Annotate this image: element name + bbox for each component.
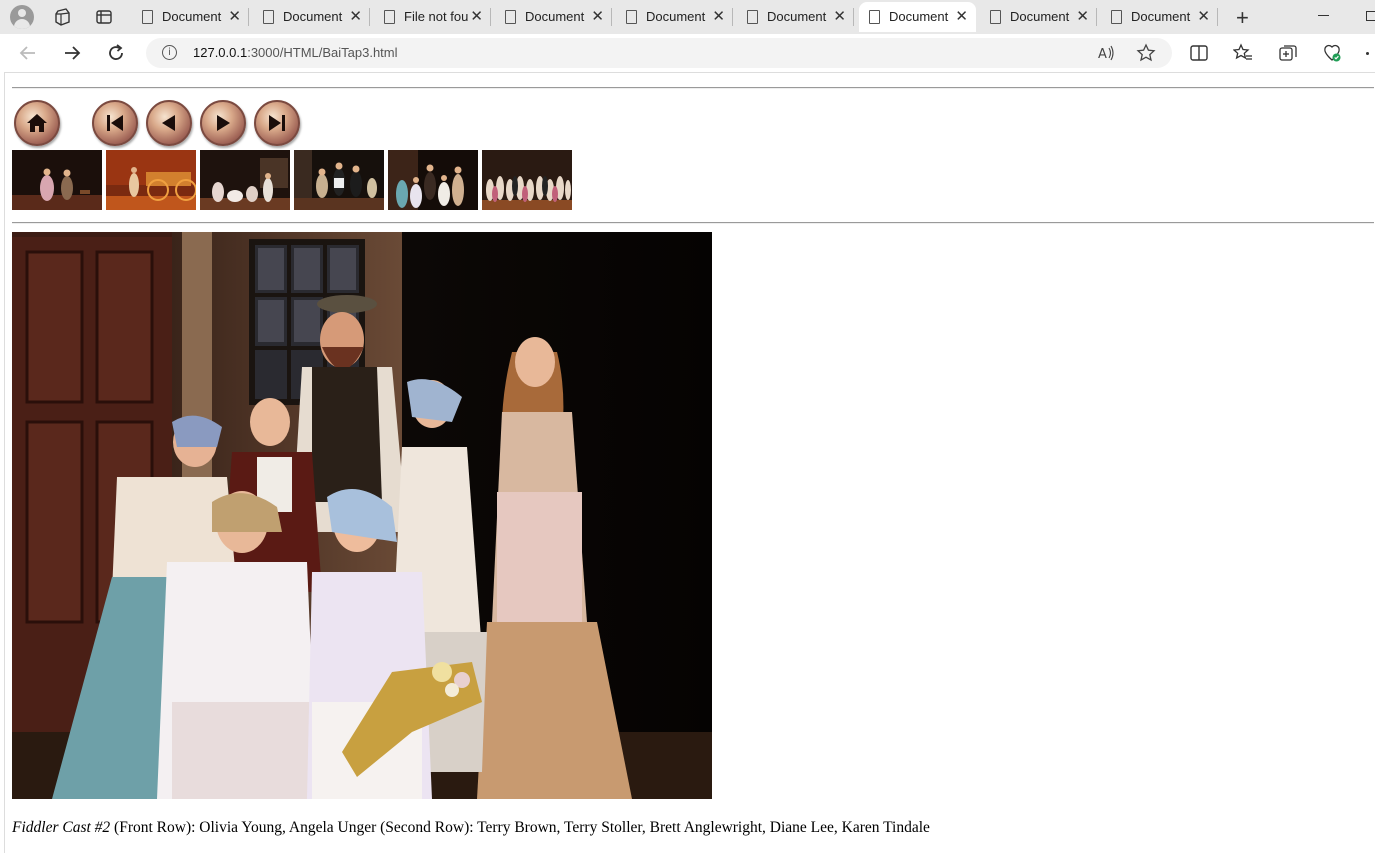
browser-tab-3[interactable]: File not found✕ — [374, 4, 491, 30]
skip-last-icon — [269, 115, 285, 131]
page-icon — [505, 10, 516, 24]
back-icon[interactable] — [16, 41, 40, 65]
new-tab-button[interactable]: + — [1236, 5, 1249, 31]
thumbnail-4[interactable] — [294, 150, 384, 210]
svg-text:A: A — [1098, 47, 1107, 62]
tab-title: Document — [646, 9, 706, 24]
tab-title: File not found — [404, 9, 468, 24]
previous-button[interactable] — [146, 100, 192, 146]
skip-first-icon — [107, 115, 123, 131]
minimize-button[interactable] — [1318, 15, 1329, 16]
tab-title: Document — [767, 9, 827, 24]
first-button[interactable] — [92, 100, 138, 146]
page-icon — [990, 10, 1001, 24]
next-icon — [217, 115, 230, 131]
browser-tab-4[interactable]: Document ✕ — [495, 4, 612, 30]
tab-title: Document — [1010, 9, 1070, 24]
refresh-icon[interactable] — [104, 41, 128, 65]
thumbnail-6[interactable] — [482, 150, 572, 210]
browser-tab-7[interactable]: Document ✕ — [859, 2, 976, 32]
address-bar[interactable]: i 127.0.0.1:3000/HTML/BaiTap3.html A — [146, 38, 1172, 68]
tab-separator — [490, 8, 491, 26]
close-tab-icon[interactable]: ✕ — [833, 7, 846, 25]
close-tab-icon[interactable]: ✕ — [1076, 7, 1089, 25]
close-tab-icon[interactable]: ✕ — [1197, 7, 1210, 25]
close-tab-icon[interactable]: ✕ — [228, 7, 241, 25]
page-icon — [384, 10, 395, 24]
tab-separator — [248, 8, 249, 26]
favorite-star-icon[interactable] — [1136, 43, 1156, 63]
read-aloud-icon[interactable]: A — [1096, 43, 1116, 63]
maximize-button[interactable] — [1366, 11, 1375, 21]
tab-strip: Document✕Document✕File not found✕Documen… — [0, 0, 1375, 34]
favorites-icon[interactable] — [1233, 43, 1253, 63]
profile-avatar-icon[interactable] — [10, 5, 34, 29]
page-icon — [626, 10, 637, 24]
page-icon — [142, 10, 153, 24]
browser-essentials-icon[interactable] — [1322, 43, 1342, 63]
more-menu-icon[interactable] — [1366, 52, 1369, 55]
workspaces-icon[interactable] — [52, 7, 72, 27]
collections-icon[interactable] — [1278, 43, 1298, 63]
thumbnail-5[interactable] — [388, 150, 478, 210]
photo-caption: Fiddler Cast #2 (Front Row): Olivia Youn… — [12, 819, 930, 837]
tab-separator — [732, 8, 733, 26]
close-tab-icon[interactable]: ✕ — [712, 7, 725, 25]
page-icon — [869, 10, 880, 24]
browser-tab-1[interactable]: Document ✕ — [132, 4, 249, 30]
main-photo[interactable] — [12, 232, 712, 799]
url-path: :3000/HTML/BaiTap3.html — [247, 45, 398, 60]
browser-tab-6[interactable]: Document ✕ — [737, 4, 854, 30]
next-button[interactable] — [200, 100, 246, 146]
split-screen-icon[interactable] — [1189, 43, 1209, 63]
last-button[interactable] — [254, 100, 300, 146]
browser-toolbar: i 127.0.0.1:3000/HTML/BaiTap3.html A — [0, 34, 1375, 72]
tab-actions-icon[interactable] — [94, 7, 114, 27]
page-icon — [1111, 10, 1122, 24]
close-tab-icon[interactable]: ✕ — [349, 7, 362, 25]
tab-title: Document — [525, 9, 585, 24]
browser-tab-5[interactable]: Document ✕ — [616, 4, 733, 30]
forward-icon[interactable] — [60, 41, 84, 65]
thumbnail-3[interactable] — [200, 150, 290, 210]
browser-tab-8[interactable]: Document ✕ — [980, 4, 1097, 30]
close-tab-icon[interactable]: ✕ — [591, 7, 604, 25]
home-icon — [27, 114, 47, 132]
tab-separator — [1096, 8, 1097, 26]
tab-separator — [369, 8, 370, 26]
close-tab-icon[interactable]: ✕ — [955, 7, 968, 25]
caption-text: (Front Row): Olivia Young, Angela Unger … — [110, 819, 930, 836]
close-tab-icon[interactable]: ✕ — [470, 7, 483, 25]
tab-title: Document — [1131, 9, 1191, 24]
caption-title: Fiddler Cast #2 — [12, 819, 111, 836]
page-icon — [747, 10, 758, 24]
tab-separator — [853, 8, 854, 26]
site-info-icon[interactable]: i — [162, 45, 177, 60]
browser-tab-9[interactable]: Document ✕ — [1101, 4, 1218, 30]
page-icon — [263, 10, 274, 24]
thumbnail-1[interactable] — [12, 150, 102, 210]
tab-title: Document — [283, 9, 343, 24]
url-host: 127.0.0.1 — [193, 45, 248, 60]
tab-title: Document — [162, 9, 222, 24]
home-button[interactable] — [14, 100, 60, 146]
tab-separator — [1217, 8, 1218, 26]
thumbnail-2[interactable] — [106, 150, 196, 210]
url-text[interactable]: 127.0.0.1:3000/HTML/BaiTap3.html — [193, 45, 398, 60]
previous-icon — [162, 115, 175, 131]
browser-tab-2[interactable]: Document ✕ — [253, 4, 370, 30]
middle-divider — [12, 222, 1374, 224]
tab-separator — [611, 8, 612, 26]
top-divider — [12, 87, 1374, 89]
tab-title: Document — [889, 9, 949, 24]
page-viewport: Fiddler Cast #2 (Front Row): Olivia Youn… — [4, 72, 1375, 853]
